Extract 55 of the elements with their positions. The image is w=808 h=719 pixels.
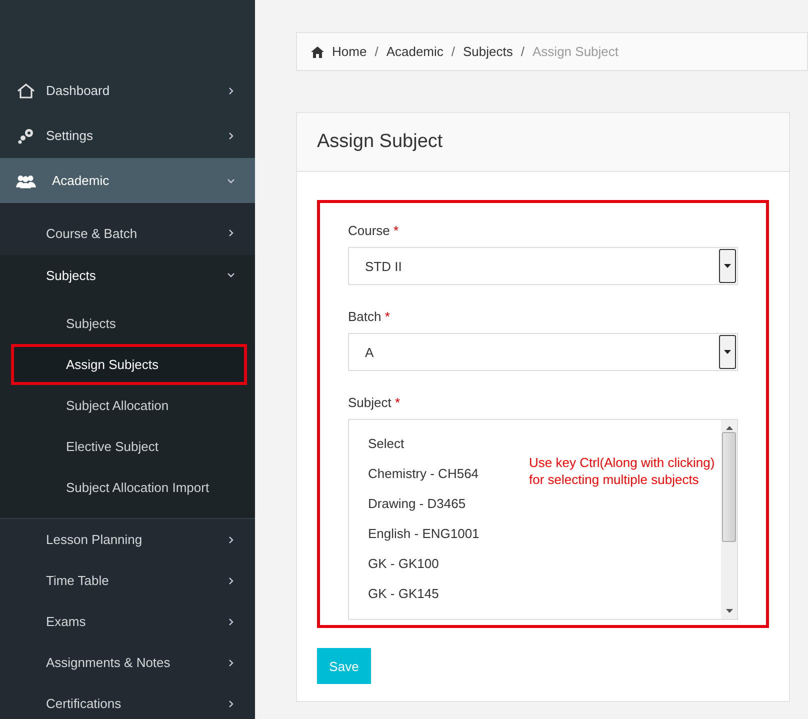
sidebar-item[interactable]: Course & Batch (0, 211, 255, 255)
sidebar-item[interactable]: Certifications (0, 683, 255, 719)
sidebar-item[interactable]: Settings (0, 113, 255, 158)
breadcrumb-separator: / (374, 44, 378, 59)
home-icon (311, 46, 324, 58)
gears-icon (16, 128, 36, 144)
scroll-down-icon[interactable] (726, 609, 732, 613)
list-option[interactable]: GK - GK100 (368, 548, 439, 578)
caret-down-icon (724, 264, 731, 268)
breadcrumb-link[interactable]: Academic (386, 44, 444, 59)
sidebar-item[interactable]: Academic (0, 158, 255, 203)
chevron-right-icon (227, 576, 235, 584)
breadcrumb-current: Assign Subject (532, 44, 619, 59)
chevron-right-icon (227, 132, 235, 140)
sidebar-subitem[interactable]: Subject Allocation Import (0, 467, 255, 508)
select-field[interactable]: STD II (348, 247, 738, 285)
field-label: Batch * (348, 309, 390, 324)
sidebar-subitem[interactable]: Subject Allocation (0, 385, 255, 426)
chevron-right-icon (227, 700, 235, 708)
field-label: Subject * (348, 395, 400, 410)
select-field[interactable]: A (348, 333, 738, 371)
chevron-right-icon (227, 658, 235, 666)
card-title: Assign Subject (317, 131, 443, 153)
list-option[interactable]: Select (368, 428, 404, 458)
breadcrumb-link[interactable]: Home (332, 44, 367, 59)
chevron-right-icon (227, 86, 235, 94)
list-option[interactable]: English - ENG1001 (368, 518, 480, 548)
sidebar-item[interactable]: Exams (0, 601, 255, 642)
list-option[interactable]: Chemistry - CH564 (368, 458, 479, 488)
sidebar-subitem[interactable]: Subjects (0, 303, 255, 344)
sidebar-item[interactable]: Lesson Planning (0, 519, 255, 560)
hint-text: Use key Ctrl(Along with clicking) for selecting multiple subjects (529, 454, 715, 488)
breadcrumb-separator: / (520, 44, 525, 59)
sidebar-subitem[interactable]: Assign Subjects (11, 344, 247, 385)
list-option[interactable]: GK - GK145 (368, 578, 439, 608)
breadcrumb-separator: / (451, 44, 456, 59)
sidebar-subitem[interactable]: Elective Subject (0, 426, 255, 467)
field-label: Course * (348, 223, 399, 238)
breadcrumb-link[interactable]: Subjects (463, 44, 513, 59)
chevron-right-icon (227, 536, 235, 544)
sidebar-item[interactable]: Time Table (0, 560, 255, 601)
house-icon (16, 82, 36, 98)
sidebar-item[interactable]: Assignments & Notes (0, 642, 255, 683)
chevron-down-icon (227, 176, 235, 184)
chevron-down-icon (227, 271, 235, 279)
sidebar-item[interactable]: Dashboard (0, 68, 255, 113)
chevron-right-icon (227, 229, 235, 237)
listbox-field[interactable]: Select Chemistry - CH564 Drawing - D3465 English - ENG1001 GK - GK100 GK - GK145 Use key Ctrl(Along with clicking) for selecting multiple subjects (348, 419, 738, 620)
caret-down-icon (724, 350, 731, 354)
users-icon (16, 172, 36, 188)
list-option[interactable]: Drawing - D3465 (368, 488, 466, 518)
scrollbar[interactable] (721, 420, 737, 619)
sidebar-item[interactable]: Subjects (0, 255, 255, 295)
scroll-up-icon[interactable] (726, 426, 732, 430)
chevron-right-icon (227, 618, 235, 626)
